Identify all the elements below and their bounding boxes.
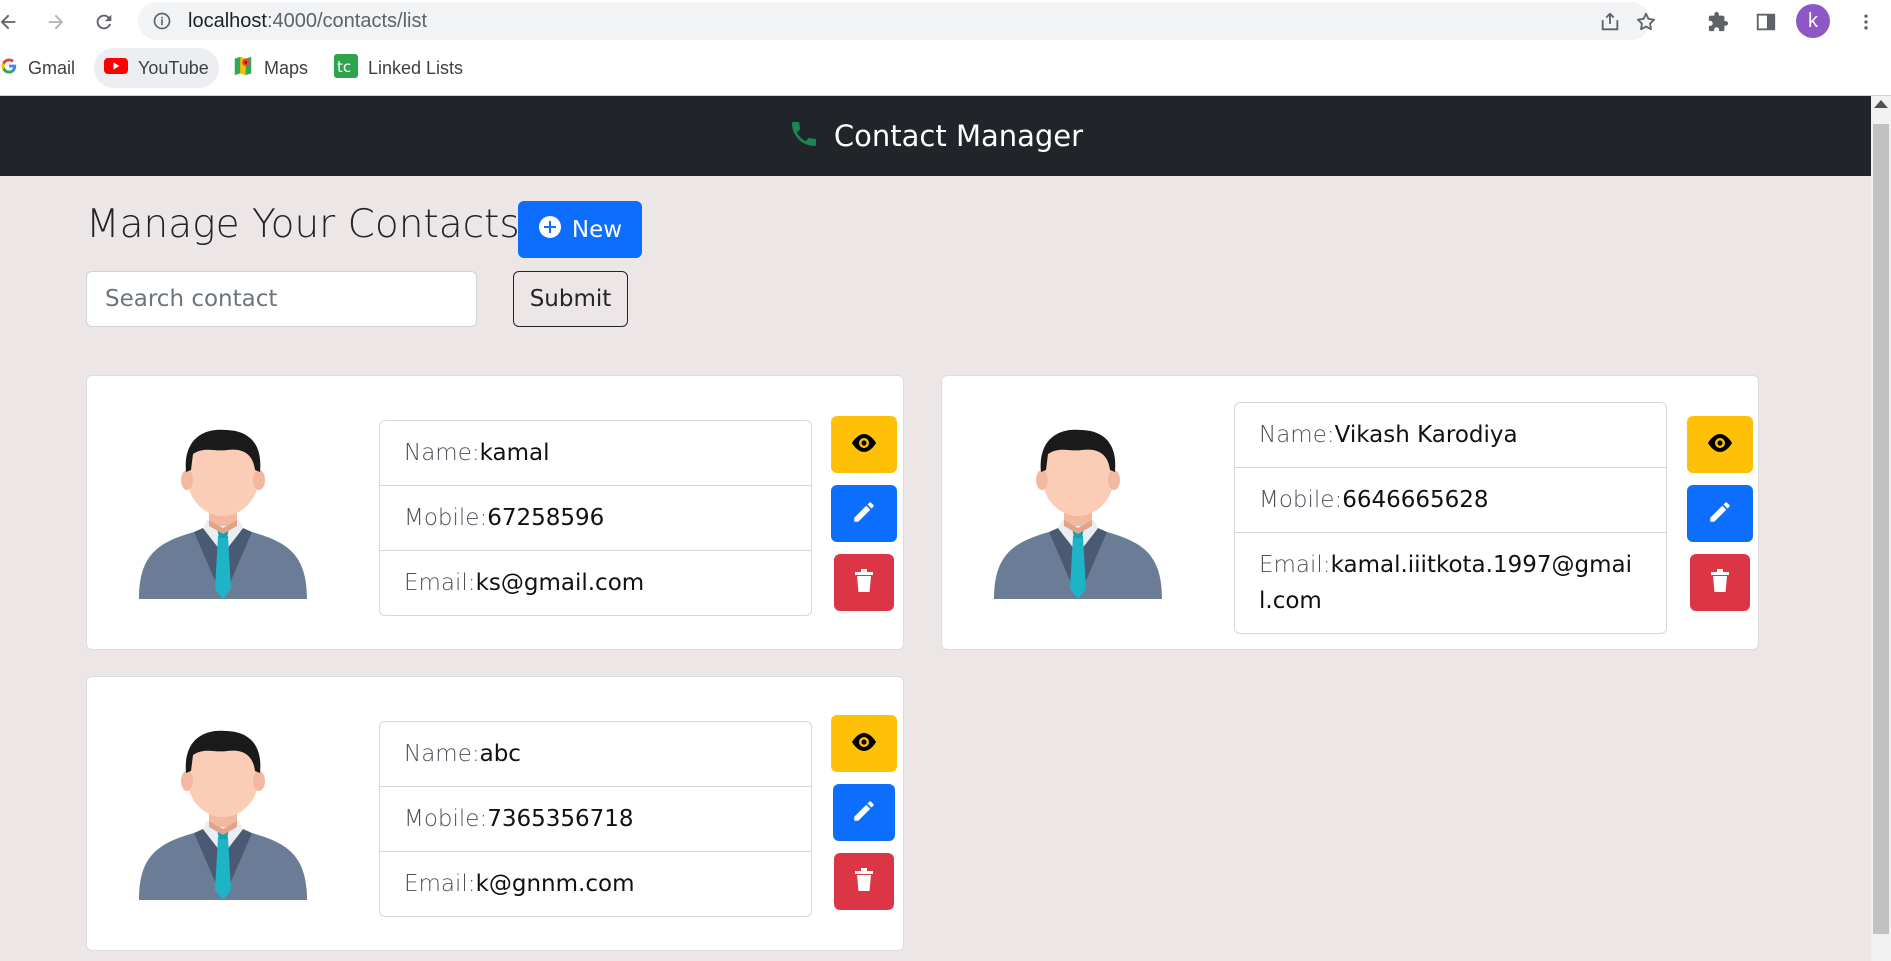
eye-icon (849, 432, 879, 458)
bookmark-star-icon[interactable] (1632, 8, 1660, 36)
delete-contact-button[interactable] (834, 554, 894, 611)
trash-icon (853, 568, 875, 598)
contact-info-list: Name:kamal Mobile:67258596 Email:ks@gmai… (379, 420, 812, 616)
edit-contact-button[interactable] (1687, 485, 1753, 542)
url-host: localhost (188, 10, 267, 32)
app-brand[interactable]: Contact Manager (834, 119, 1083, 153)
contact-email-row: Email:kamal.iiitkota.1997@gmail.com (1235, 533, 1666, 633)
contact-info-list: Name:Vikash Karodiya Mobile:6646665628 E… (1234, 402, 1667, 634)
address-bar[interactable]: localhost:4000/contacts/list (138, 2, 1655, 40)
contact-avatar (139, 424, 307, 599)
contact-name-row: Name:Vikash Karodiya (1235, 403, 1666, 468)
share-icon[interactable] (1596, 8, 1624, 36)
contact-email: ks@gmail.com (475, 570, 645, 596)
search-input[interactable] (86, 271, 477, 327)
contact-name: Vikash Karodiya (1334, 422, 1518, 448)
email-label: Email: (404, 570, 476, 596)
contact-mobile: 6646665628 (1342, 487, 1489, 513)
menu-kebab-icon[interactable] (1850, 6, 1882, 38)
contact-name-row: Name:kamal (380, 421, 811, 486)
contact-mobile: 7365356718 (487, 806, 634, 832)
bookmark-label: Gmail (28, 57, 76, 78)
email-label: Email: (1259, 552, 1331, 578)
edit-contact-button[interactable] (831, 485, 897, 542)
google-icon (0, 57, 18, 80)
page-title: Manage Your Contacts (86, 202, 520, 247)
bookmark-label: Maps (264, 57, 309, 78)
edit-contact-button[interactable] (833, 784, 895, 841)
contact-mobile-row: Mobile:6646665628 (1235, 468, 1666, 533)
contact-name: abc (479, 741, 521, 767)
mobile-label: Mobile: (404, 806, 488, 832)
contact-email-row: Email:ks@gmail.com (380, 551, 811, 615)
scrollbar-thumb[interactable] (1873, 124, 1889, 934)
submit-button[interactable]: Submit (513, 271, 628, 327)
email-label: Email: (404, 871, 476, 897)
bookmarks-bar: Gmail YouTube Maps tc Linked Lists (0, 48, 1891, 88)
scroll-up-arrow-icon[interactable] (1874, 100, 1888, 108)
svg-text:tc: tc (337, 58, 351, 76)
app-navbar: Contact Manager (0, 96, 1871, 176)
eye-icon (1705, 432, 1735, 458)
contact-mobile-row: Mobile:7365356718 (380, 787, 811, 852)
side-panel-icon[interactable] (1750, 6, 1782, 38)
pencil-icon (851, 499, 877, 529)
delete-contact-button[interactable] (834, 853, 894, 910)
new-button-label: New (571, 216, 623, 243)
pencil-icon (1707, 499, 1733, 529)
tc-logo-icon: tc (334, 53, 358, 83)
contact-avatar (139, 725, 307, 900)
view-contact-button[interactable] (831, 715, 897, 772)
bookmark-youtube[interactable]: YouTube (94, 48, 219, 88)
back-icon[interactable] (0, 6, 24, 38)
contact-name-row: Name:abc (380, 722, 811, 787)
contact-card: Name:kamal Mobile:67258596 Email:ks@gmai… (86, 375, 904, 650)
youtube-icon (104, 57, 128, 80)
mobile-label: Mobile: (1259, 487, 1343, 513)
contact-email: k@gnnm.com (475, 871, 635, 897)
plus-circle-icon (538, 215, 562, 245)
forward-icon[interactable] (40, 6, 72, 38)
view-contact-button[interactable] (1687, 416, 1753, 473)
name-label: Name: (1259, 422, 1335, 448)
url-path: :4000/contacts/list (266, 10, 428, 32)
eye-icon (849, 731, 879, 757)
reload-icon[interactable] (88, 6, 120, 38)
phone-icon (788, 118, 820, 154)
extensions-icon[interactable] (1702, 6, 1734, 38)
url-text: localhost:4000/contacts/list (188, 10, 427, 33)
trash-icon (853, 867, 875, 897)
name-label: Name: (404, 440, 480, 466)
bookmark-linked-lists[interactable]: tc Linked Lists (324, 48, 473, 88)
bookmark-maps[interactable]: Maps (222, 48, 318, 88)
mobile-label: Mobile: (404, 505, 488, 531)
contact-card: Name:abc Mobile:7365356718 Email:k@gnnm.… (86, 676, 904, 951)
site-info-icon[interactable] (152, 11, 172, 35)
bookmark-label: Linked Lists (368, 57, 464, 78)
new-contact-button[interactable]: New (518, 201, 642, 258)
bookmark-gmail[interactable]: Gmail (0, 48, 85, 88)
browser-toolbar: localhost:4000/contacts/list k Gmail You… (0, 0, 1891, 96)
contact-info-list: Name:abc Mobile:7365356718 Email:k@gnnm.… (379, 721, 812, 917)
maps-icon (232, 55, 254, 82)
trash-icon (1709, 568, 1731, 598)
name-label: Name: (404, 741, 480, 767)
bookmark-label: YouTube (138, 57, 209, 78)
contact-avatar (994, 424, 1162, 599)
contact-mobile-row: Mobile:67258596 (380, 486, 811, 551)
contact-name: kamal (479, 440, 550, 466)
pencil-icon (851, 798, 877, 828)
view-contact-button[interactable] (831, 416, 897, 473)
delete-contact-button[interactable] (1690, 554, 1750, 611)
contact-card: Name:Vikash Karodiya Mobile:6646665628 E… (941, 375, 1759, 650)
profile-avatar[interactable]: k (1796, 4, 1830, 38)
contact-mobile: 67258596 (487, 505, 605, 531)
contact-email-row: Email:k@gnnm.com (380, 852, 811, 916)
